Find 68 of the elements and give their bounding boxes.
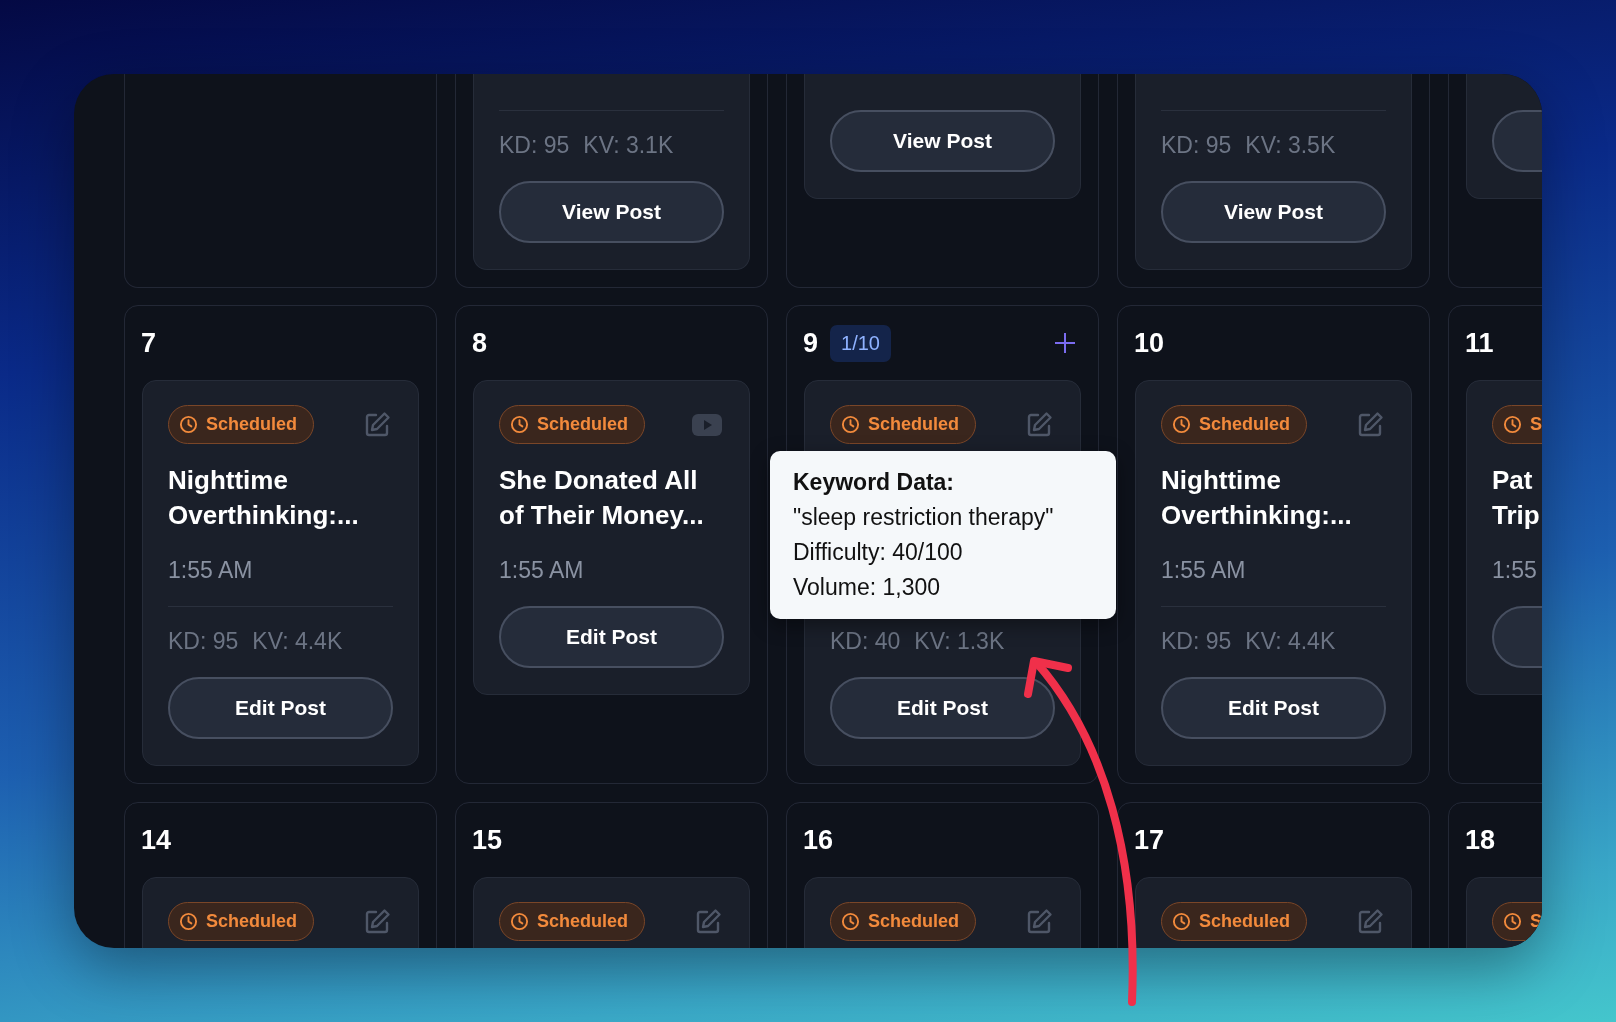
- keyword-volume: KV: 1.3K: [914, 627, 1005, 655]
- edit-icon[interactable]: [694, 907, 722, 936]
- clock-icon: [510, 912, 529, 931]
- clock-icon: [1503, 415, 1522, 434]
- day-number: 7: [141, 327, 157, 359]
- day-number: 8: [472, 327, 488, 359]
- day-number: 10: [1134, 327, 1165, 359]
- post-time: 1:55: [1492, 556, 1538, 584]
- post-time: 1:55 AM: [499, 556, 585, 584]
- post-button[interactable]: Edit Post: [830, 677, 1055, 739]
- day-number: 9: [803, 327, 819, 359]
- status-label: Scheduled: [537, 911, 629, 932]
- post-button[interactable]: View Post: [830, 110, 1055, 172]
- post-title: Nighttime Overthinking:...: [1161, 464, 1353, 532]
- post-title: She Donated All of Their Money...: [499, 464, 705, 532]
- post-button[interactable]: Edit Post: [1161, 677, 1386, 739]
- status-label: Scheduled: [868, 911, 960, 932]
- clock-icon: [1503, 912, 1522, 931]
- keyword-volume: KV: 4.4K: [252, 627, 343, 655]
- edit-icon[interactable]: [1025, 907, 1053, 936]
- status-label: Scheduled: [1199, 414, 1291, 435]
- clock-icon: [510, 415, 529, 434]
- post-count-badge: 1/10: [830, 324, 891, 362]
- edit-icon[interactable]: [363, 907, 391, 936]
- post-time: 1:55 AM: [168, 556, 254, 584]
- day-number: 17: [1134, 824, 1165, 856]
- clock-icon: [1172, 912, 1191, 931]
- post-title: Nighttime Overthinking:...: [168, 464, 360, 532]
- keyword-difficulty: KD: 95: [1161, 627, 1232, 655]
- clock-icon: [841, 912, 860, 931]
- status-label: Scheduled: [537, 414, 629, 435]
- post-button[interactable]: Edit Post: [499, 606, 724, 668]
- post-button[interactable]: Edit Post: [168, 677, 393, 739]
- tooltip-line: Volume: 1,300: [793, 573, 942, 602]
- keyword-difficulty: KD: 95: [1161, 131, 1232, 159]
- clock-icon: [179, 415, 198, 434]
- edit-icon[interactable]: [1356, 410, 1384, 439]
- tooltip-line: "sleep restriction therapy": [793, 503, 1055, 532]
- day-number: 16: [803, 824, 834, 856]
- keyword-volume: KV: 3.1K: [583, 131, 674, 159]
- tooltip-title: Keyword Data:: [793, 468, 956, 497]
- status-label: Scheduled: [206, 414, 298, 435]
- clock-icon: [1172, 415, 1191, 434]
- keyword-difficulty: KD: 95: [499, 131, 570, 159]
- post-button[interactable]: View Post: [499, 181, 724, 243]
- edit-icon[interactable]: [1025, 410, 1053, 439]
- keyword-volume: KV: 3.5K: [1245, 131, 1336, 159]
- day-number: 15: [472, 824, 503, 856]
- status-label: Scheduled: [868, 414, 960, 435]
- day-number: 14: [141, 824, 172, 856]
- status-label: S: [1530, 414, 1542, 435]
- keyword-volume: KV: 4.4K: [1245, 627, 1336, 655]
- clock-icon: [179, 912, 198, 931]
- tooltip-line: Difficulty: 40/100: [793, 538, 964, 567]
- day-number: 18: [1465, 824, 1496, 856]
- post-time: 1:55 AM: [1161, 556, 1247, 584]
- edit-icon[interactable]: [1356, 907, 1384, 936]
- status-label: Scheduled: [1199, 911, 1291, 932]
- keyword-difficulty: KD: 40: [830, 627, 901, 655]
- add-icon[interactable]: [1053, 331, 1077, 355]
- clock-icon: [841, 415, 860, 434]
- post-title: Pat Trip: [1492, 464, 1541, 532]
- status-label: Scheduled: [206, 911, 298, 932]
- edit-icon[interactable]: [363, 410, 391, 439]
- day-number: 11: [1465, 327, 1494, 359]
- video-icon[interactable]: [692, 413, 722, 436]
- keyword-difficulty: KD: 95: [168, 627, 239, 655]
- post-button[interactable]: View Post: [1161, 181, 1386, 243]
